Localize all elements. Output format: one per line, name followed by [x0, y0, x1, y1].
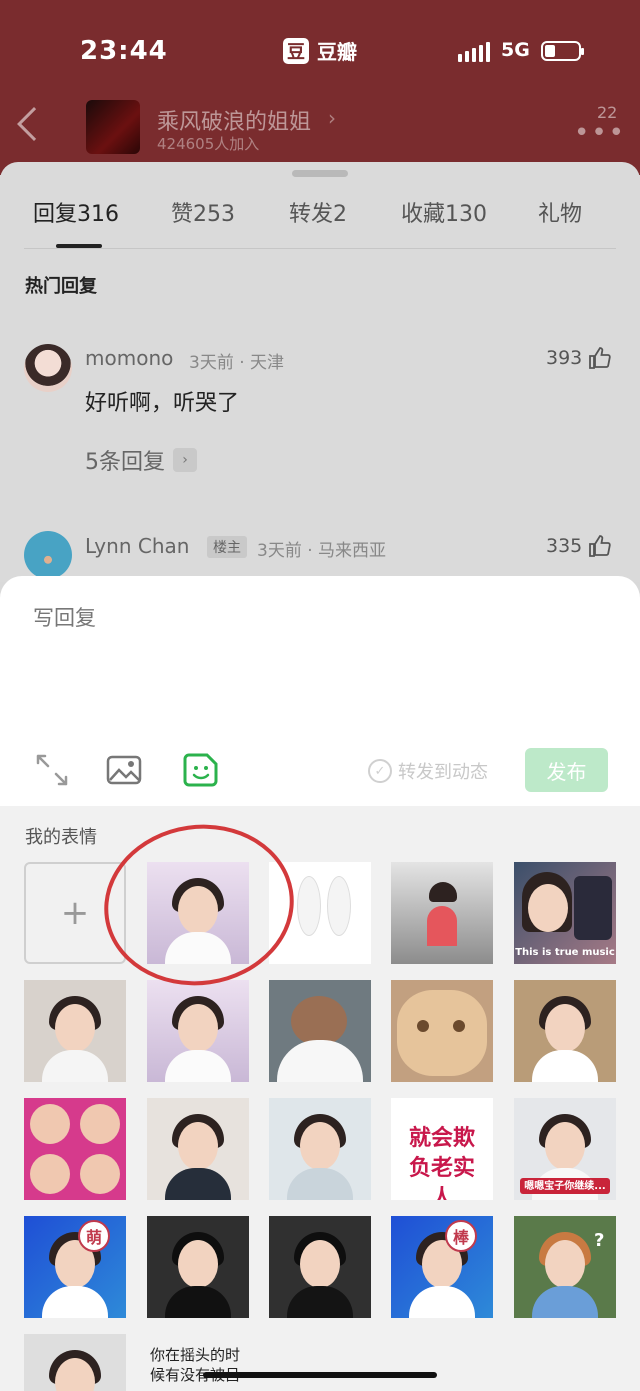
more-icon[interactable]: •••: [574, 118, 626, 148]
chevron-right-icon: ›: [173, 448, 197, 472]
comment-meta: 3天前 · 马来西亚: [257, 541, 387, 561]
sheet-grabber[interactable]: [292, 170, 348, 177]
sticker[interactable]: [147, 1098, 249, 1200]
comment-meta: 3天前 · 天津: [189, 353, 285, 373]
sticker[interactable]: [391, 980, 493, 1082]
divider: [24, 248, 616, 249]
like-button[interactable]: 335: [546, 534, 612, 558]
douban-logo-icon: 豆: [283, 37, 309, 64]
thumbs-up-icon: [589, 347, 611, 369]
sticker[interactable]: 就会欺负老实人: [391, 1098, 493, 1200]
sticker[interactable]: [391, 862, 493, 964]
avatar[interactable]: [24, 344, 72, 392]
signal-icon: [458, 42, 490, 62]
sticker[interactable]: [269, 1216, 371, 1318]
battery-icon: [541, 41, 584, 61]
comment-username[interactable]: Lynn Chan: [85, 534, 189, 558]
tab-likes[interactable]: 赞253: [171, 196, 235, 228]
group-member-count: 424605人加入: [157, 135, 260, 153]
group-cover-image[interactable]: [86, 100, 140, 154]
sticker-icon[interactable]: [183, 752, 219, 788]
sticker[interactable]: [24, 980, 126, 1082]
my-stickers-title: 我的表情: [25, 827, 97, 848]
repost-toggle[interactable]: ✓ 转发到动态: [368, 758, 488, 784]
sticker[interactable]: 嗯嗯宝子你继续...: [514, 1098, 616, 1200]
status-time: 23:44: [80, 36, 168, 66]
comment-username[interactable]: momono: [85, 346, 173, 370]
sticker[interactable]: [147, 980, 249, 1082]
group-name[interactable]: 乘风破浪的姐姐: [157, 104, 311, 136]
network-type: 5G: [501, 39, 530, 61]
publish-button[interactable]: 发布: [525, 748, 608, 792]
expand-icon[interactable]: [34, 752, 70, 788]
sticker[interactable]: 萌: [24, 1216, 126, 1318]
sticker[interactable]: 棒: [391, 1216, 493, 1318]
home-indicator[interactable]: [203, 1372, 437, 1378]
tab-replies[interactable]: 回复316: [33, 196, 119, 228]
tab-bar: 回复316 赞253 转发2 收藏130 礼物: [0, 196, 640, 248]
like-button[interactable]: 393: [546, 346, 612, 370]
avatar[interactable]: [24, 531, 72, 579]
more-badge: 22: [597, 103, 618, 122]
sticker[interactable]: ?: [514, 1216, 616, 1318]
sticker[interactable]: [269, 980, 371, 1082]
sticker[interactable]: This is true music: [514, 862, 616, 964]
status-bar: 23:44 豆 豆瓣 5G: [0, 28, 640, 78]
sticker[interactable]: [147, 1216, 249, 1318]
app-name: 豆瓣: [317, 40, 357, 64]
image-icon[interactable]: [106, 752, 142, 788]
view-replies-button[interactable]: 5条回复 ›: [85, 444, 197, 476]
like-count: 335: [546, 535, 583, 557]
sticker[interactable]: [24, 1098, 126, 1200]
tab-reposts[interactable]: 转发2: [289, 196, 347, 228]
like-count: 393: [546, 347, 583, 369]
reply-input[interactable]: 写回复: [33, 602, 96, 632]
sticker[interactable]: [514, 980, 616, 1082]
sticker[interactable]: 你在摇头的时候有没有被吕: [150, 1345, 252, 1385]
sticker[interactable]: [24, 1334, 126, 1391]
op-badge: 楼主: [207, 536, 247, 558]
app-badge: 豆 豆瓣: [283, 36, 357, 65]
sticker[interactable]: [269, 1098, 371, 1200]
chevron-right-icon: ›: [328, 106, 336, 130]
thumbs-up-icon: [589, 535, 611, 557]
comment-text: 好听啊，听哭了: [85, 391, 240, 416]
hot-replies-title: 热门回复: [25, 276, 97, 297]
check-icon: ✓: [368, 759, 392, 783]
tab-gifts[interactable]: 礼物: [538, 196, 582, 228]
tab-favorites[interactable]: 收藏130: [401, 196, 487, 228]
